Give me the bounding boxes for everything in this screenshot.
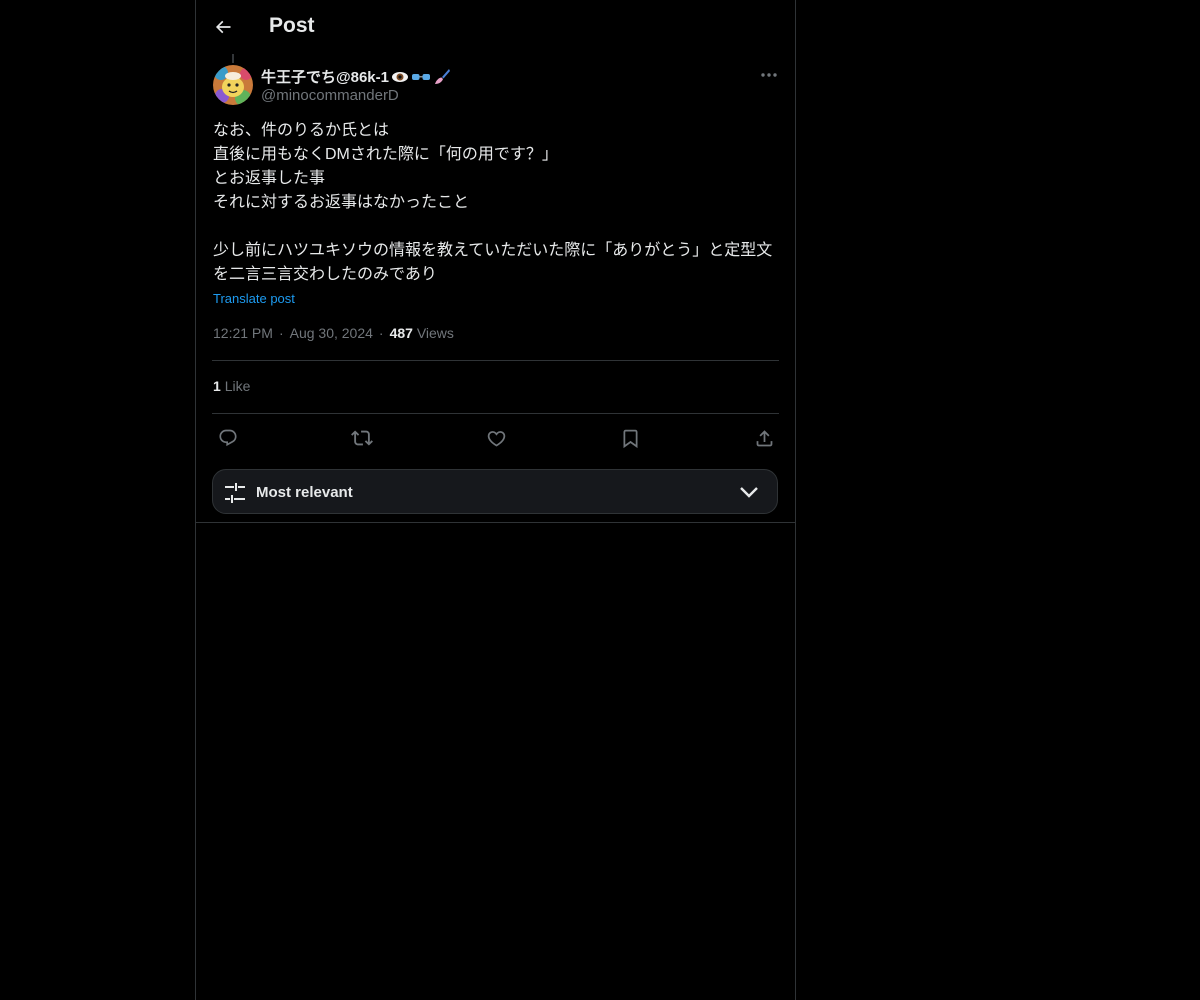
author-handle[interactable]: @minocommanderD xyxy=(261,87,399,104)
translate-post-link[interactable]: Translate post xyxy=(213,291,295,306)
meta-separator: · xyxy=(378,325,384,341)
thread-connector-line xyxy=(232,54,234,63)
reply-button[interactable] xyxy=(213,423,243,453)
back-arrow-icon xyxy=(215,20,231,34)
likes-link[interactable]: 1 Like xyxy=(213,378,250,394)
action-bar xyxy=(196,423,795,453)
post-body: なお、件のりるか氏とは 直後に用もなくDMされた際に「何の用です？」 とお返事し… xyxy=(213,119,783,287)
repost-icon xyxy=(351,430,373,446)
more-options-button[interactable] xyxy=(757,64,781,86)
views-label: Views xyxy=(416,325,454,341)
divider xyxy=(212,413,779,414)
avatar[interactable] xyxy=(213,65,253,105)
post-time[interactable]: 12:21 PM xyxy=(213,325,273,341)
paintbrush-emoji-icon xyxy=(435,68,450,84)
post-column: Post 牛王子でち@86k-1 @minocommanderD なお、件のりる… xyxy=(195,0,796,1000)
chevron-down-icon xyxy=(740,487,758,498)
reply-icon xyxy=(219,429,237,447)
name-emojis xyxy=(391,68,451,86)
likes-label: Like xyxy=(224,378,251,394)
post-line: それに対するお返事はなかったこと xyxy=(213,194,470,211)
reply-sort-dropdown[interactable]: Most relevant xyxy=(212,469,778,514)
glasses-emoji-icon xyxy=(412,73,430,80)
author-display-name[interactable]: 牛王子でち@86k-1 xyxy=(261,66,389,87)
eye-emoji-icon xyxy=(392,71,408,82)
header: Post xyxy=(196,0,795,54)
likes-count: 1 xyxy=(213,378,221,394)
post-line: 少し前にハツユキソウの情報を教えていただいた際に「ありがとう」と定型文を二言三言… xyxy=(213,242,773,283)
more-dots-icon xyxy=(761,73,777,77)
repost-button[interactable] xyxy=(347,423,377,453)
bookmark-icon xyxy=(623,429,637,448)
post-meta: 12:21 PM · Aug 30, 2024 · 487 Views xyxy=(213,325,454,341)
post-date[interactable]: Aug 30, 2024 xyxy=(290,325,373,341)
sort-label: Most relevant xyxy=(256,484,353,501)
page-title: Post xyxy=(269,14,315,37)
like-button[interactable] xyxy=(481,423,511,453)
views-count: 487 xyxy=(389,325,413,341)
bookmark-button[interactable] xyxy=(615,423,645,453)
post-line: とお返事した事 xyxy=(213,170,326,187)
heart-icon xyxy=(487,430,505,447)
share-icon xyxy=(756,429,772,446)
post-line: なお、件のりるか氏とは xyxy=(213,122,390,139)
section-bottom-border xyxy=(196,522,795,523)
author-name-row[interactable]: 牛王子でち@86k-1 xyxy=(261,66,451,87)
divider xyxy=(212,360,779,361)
back-button[interactable] xyxy=(206,10,240,44)
meta-separator: · xyxy=(278,325,284,341)
share-button[interactable] xyxy=(749,423,779,453)
post-line: 直後に用もなくDMされた際に「何の用です？」 xyxy=(213,146,558,163)
sliders-icon xyxy=(225,483,245,503)
